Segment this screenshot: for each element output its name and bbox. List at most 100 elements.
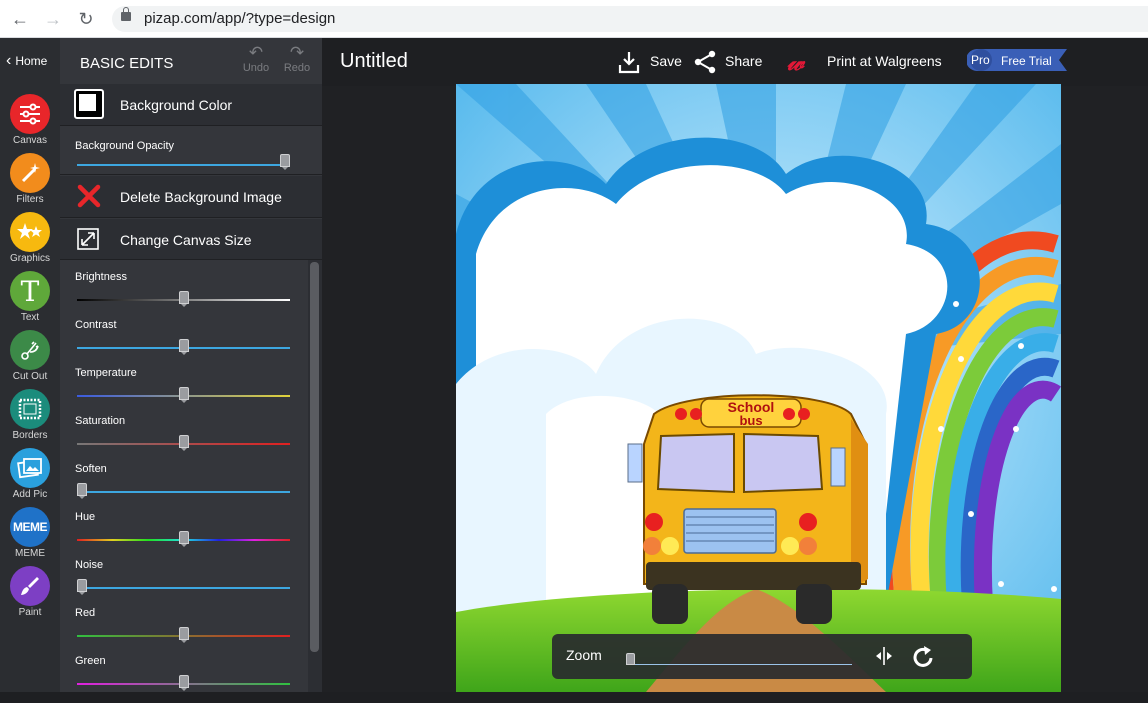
slider-label: Contrast bbox=[75, 319, 117, 331]
scrollbar-thumb[interactable] bbox=[310, 262, 319, 652]
slider-label: Red bbox=[75, 607, 96, 619]
background-opacity-track[interactable] bbox=[77, 164, 290, 166]
design-canvas[interactable]: School bus bbox=[456, 84, 1061, 692]
undo-icon: ↶ bbox=[248, 43, 264, 62]
tool-label: Graphics bbox=[9, 253, 50, 264]
magic-wand-icon bbox=[10, 153, 50, 193]
tool-meme[interactable]: MEME MEME bbox=[0, 507, 60, 566]
document-title[interactable]: Untitled bbox=[340, 50, 408, 73]
change-canvas-size-label: Change Canvas Size bbox=[120, 232, 252, 248]
slider-soften: Soften bbox=[60, 463, 308, 511]
tool-filters[interactable]: Filters bbox=[0, 153, 60, 212]
redo-label: Redo bbox=[283, 62, 311, 74]
flip-icon[interactable] bbox=[874, 646, 894, 671]
download-icon bbox=[618, 52, 640, 74]
scissors-icon bbox=[10, 330, 50, 370]
tool-cut-out[interactable]: Cut Out bbox=[0, 330, 60, 389]
color-swatch-icon[interactable] bbox=[74, 89, 104, 119]
slider-label: Brightness bbox=[75, 271, 127, 283]
share-icon bbox=[694, 50, 716, 74]
tool-text[interactable]: T Text bbox=[0, 271, 60, 330]
delete-x-icon bbox=[77, 184, 101, 213]
add-picture-icon bbox=[10, 448, 50, 488]
slider-contrast: Contrast bbox=[60, 319, 308, 367]
forward-arrow-icon[interactable]: → bbox=[43, 9, 63, 29]
address-bar[interactable]: pizap.com/app/?type=design bbox=[112, 6, 1148, 32]
slider-thumb[interactable] bbox=[178, 627, 189, 643]
editor-toolbar: Untitled Save Share 𝓌 Print at Walgreens… bbox=[322, 38, 1148, 86]
resize-icon bbox=[77, 228, 99, 255]
back-arrow-icon[interactable]: ← bbox=[10, 9, 30, 29]
stars-icon bbox=[10, 212, 50, 252]
slider-thumb[interactable] bbox=[178, 435, 189, 451]
redo-icon: ↷ bbox=[289, 43, 305, 62]
delete-background-row[interactable]: Delete Background Image bbox=[60, 176, 322, 218]
tool-label: Text bbox=[20, 312, 40, 323]
tool-label: Filters bbox=[16, 194, 44, 205]
zoom-bar: Zoom bbox=[552, 634, 972, 679]
background-color-label: Background Color bbox=[120, 97, 233, 113]
school-bus-artwork: School bus bbox=[456, 84, 1061, 692]
slider-thumb[interactable] bbox=[178, 291, 189, 307]
tool-label: Add Pic bbox=[12, 489, 48, 500]
meme-icon: MEME bbox=[10, 507, 50, 547]
background-opacity-thumb[interactable] bbox=[280, 154, 290, 170]
tool-graphics[interactable]: Graphics bbox=[0, 212, 60, 271]
lock-icon bbox=[121, 7, 131, 21]
slider-hue: Hue bbox=[60, 511, 308, 559]
chevron-left-icon: ‹ bbox=[6, 52, 12, 69]
undo-button[interactable]: ↶ Undo bbox=[241, 43, 271, 75]
slider-label: Noise bbox=[75, 559, 104, 571]
delete-background-label: Delete Background Image bbox=[120, 189, 282, 205]
slider-label: Saturation bbox=[75, 415, 126, 427]
slider-thumb[interactable] bbox=[77, 483, 87, 499]
reload-icon[interactable]: ↻ bbox=[76, 9, 96, 29]
slider-track[interactable] bbox=[77, 587, 290, 589]
slider-temperature: Temperature bbox=[60, 367, 308, 415]
tool-borders[interactable]: Borders bbox=[0, 389, 60, 448]
slider-red: Red bbox=[60, 607, 308, 655]
tool-label: MEME bbox=[15, 548, 45, 559]
free-trial-button[interactable]: Pro Free Trial bbox=[967, 49, 1067, 71]
rotate-icon[interactable] bbox=[912, 645, 936, 674]
save-label: Save bbox=[650, 53, 682, 69]
tool-label: Paint bbox=[18, 607, 42, 618]
slider-thumb[interactable] bbox=[178, 339, 189, 355]
tool-add-pic[interactable]: Add Pic bbox=[0, 448, 60, 507]
tool-label: Borders bbox=[12, 430, 48, 441]
slider-thumb[interactable] bbox=[178, 675, 189, 691]
print-label: Print at Walgreens bbox=[827, 53, 942, 69]
zoom-track[interactable] bbox=[627, 664, 852, 665]
slider-thumb[interactable] bbox=[178, 531, 189, 547]
pro-badge-label: Pro bbox=[971, 53, 990, 67]
zoom-thumb[interactable] bbox=[626, 653, 635, 665]
url-text: pizap.com/app/?type=design bbox=[144, 10, 336, 27]
tool-paint[interactable]: Paint bbox=[0, 566, 60, 625]
basic-edits-panel: BASIC EDITS ↶ Undo ↷ Redo Background Color… bbox=[60, 38, 322, 692]
panel-title: BASIC EDITS bbox=[80, 55, 174, 72]
text-T-icon: T bbox=[10, 271, 50, 311]
slider-thumb[interactable] bbox=[77, 579, 87, 595]
zoom-label: Zoom bbox=[566, 647, 602, 663]
frame-icon bbox=[10, 389, 50, 429]
tool-canvas[interactable]: Canvas bbox=[0, 94, 60, 153]
slider-thumb[interactable] bbox=[178, 387, 189, 403]
slider-label: Green bbox=[75, 655, 106, 667]
slider-track[interactable] bbox=[77, 491, 290, 493]
tool-rail: ‹ Home Canvas Filters Graphics T Text Cut… bbox=[0, 38, 60, 692]
home-button[interactable]: ‹ Home bbox=[0, 38, 60, 84]
slider-green: Green bbox=[60, 655, 308, 703]
slider-brightness: Brightness bbox=[60, 271, 308, 319]
tool-label: Canvas bbox=[13, 135, 47, 146]
change-canvas-size-row[interactable]: Change Canvas Size bbox=[60, 219, 322, 260]
background-opacity-label: Background Opacity bbox=[75, 140, 175, 152]
redo-button[interactable]: ↷ Redo bbox=[282, 43, 312, 75]
undo-label: Undo bbox=[242, 62, 270, 74]
background-color-row[interactable]: Background Color bbox=[60, 84, 322, 126]
slider-noise: Noise bbox=[60, 559, 308, 607]
slider-label: Temperature bbox=[75, 367, 137, 379]
tool-label: Cut Out bbox=[12, 371, 48, 382]
slider-saturation: Saturation bbox=[60, 415, 308, 463]
walgreens-logo-icon: 𝓌 bbox=[787, 47, 804, 76]
slider-label: Hue bbox=[75, 511, 96, 523]
